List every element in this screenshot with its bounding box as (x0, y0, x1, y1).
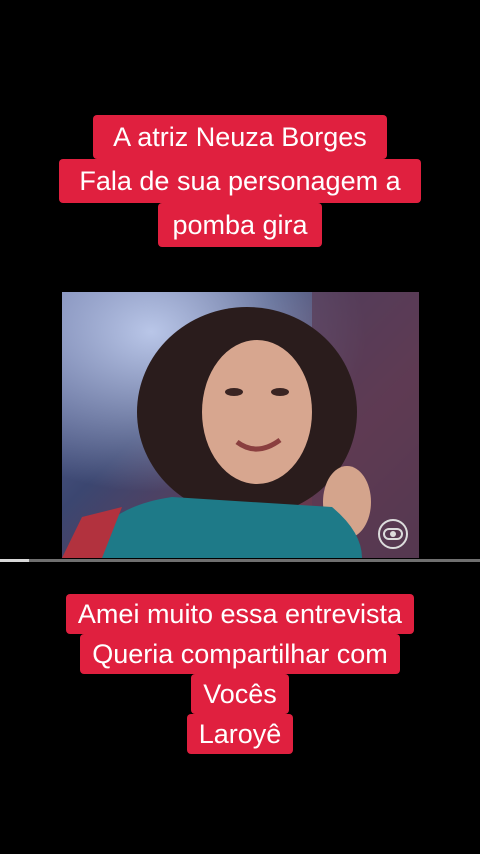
video-still (62, 292, 419, 558)
tv-globo-logo-icon (378, 519, 408, 549)
top-caption-line-3: pomba gira (158, 203, 322, 247)
top-caption-line-1: A atriz Neuza Borges (93, 115, 387, 159)
bottom-caption-line-4: Laroyê (186, 714, 294, 754)
top-caption: A atriz Neuza Borges Fala de sua persona… (0, 115, 480, 247)
bottom-caption: Amei muito essa entrevista Queria compar… (0, 594, 480, 754)
top-caption-line-2: Fala de sua personagem a (59, 159, 421, 203)
video-progress-bar[interactable] (0, 559, 480, 562)
bottom-caption-line-2: Queria compartilhar com (80, 634, 400, 674)
video-frame[interactable] (62, 292, 419, 558)
video-progress-fill (0, 559, 29, 562)
bottom-caption-line-1: Amei muito essa entrevista (65, 594, 415, 634)
bottom-caption-line-3: Vocês (191, 674, 289, 714)
